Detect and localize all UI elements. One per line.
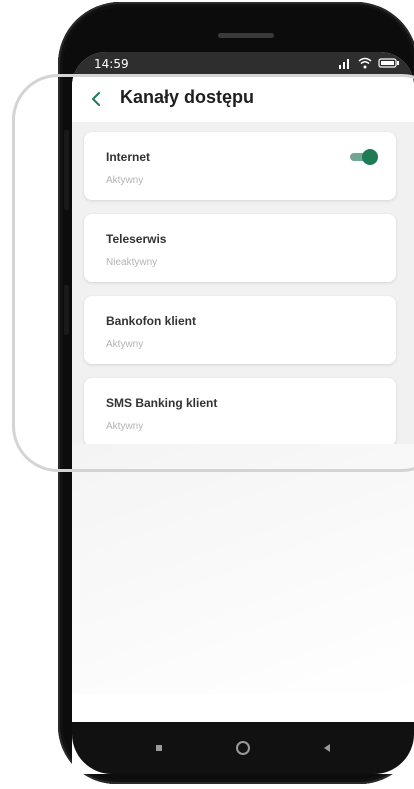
home-icon[interactable] [233, 738, 253, 758]
channel-status: Aktywny [106, 175, 144, 186]
channel-name: Internet [106, 150, 151, 164]
volume-button [64, 130, 69, 210]
empty-background [72, 444, 414, 694]
channel-name: Bankofon klient [106, 314, 197, 328]
status-bar: 14:59 [72, 52, 414, 76]
channel-toggle[interactable] [348, 148, 378, 166]
channel-name: SMS Banking klient [106, 396, 218, 410]
channel-card-internet[interactable]: Internet Aktywny [84, 132, 396, 200]
channel-status: Aktywny [106, 339, 144, 350]
channel-name: Teleserwis [106, 232, 167, 246]
page-title: Kanały dostępu [120, 87, 255, 107]
recent-apps-icon[interactable] [149, 738, 169, 758]
signal-icon [338, 57, 352, 72]
earpiece [218, 33, 274, 38]
channel-status: Nieaktywny [106, 257, 158, 268]
status-icons [338, 57, 400, 72]
back-nav-icon[interactable] [317, 738, 337, 758]
channel-card-bankofon[interactable]: Bankofon klient Aktywny [84, 296, 396, 364]
toggle-knob [362, 149, 378, 165]
status-time: 14:59 [94, 57, 129, 71]
power-button [64, 285, 69, 335]
channel-card-teleserwis[interactable]: Teleserwis Nieaktywny [84, 214, 396, 282]
phone-screen: 14:59 Kanały dostępu Internet Aktywny Te… [72, 52, 414, 774]
channel-status: Aktywny [106, 421, 144, 432]
phone-mockup: 14:59 Kanały dostępu Internet Aktywny Te… [0, 0, 414, 789]
app-header: Kanały dostępu [72, 76, 414, 122]
wifi-icon [358, 57, 372, 72]
android-nav-bar [72, 722, 414, 774]
battery-icon [378, 57, 400, 72]
chevron-left-icon[interactable] [88, 90, 106, 108]
channel-card-sms-banking[interactable]: SMS Banking klient Aktywny [84, 378, 396, 446]
